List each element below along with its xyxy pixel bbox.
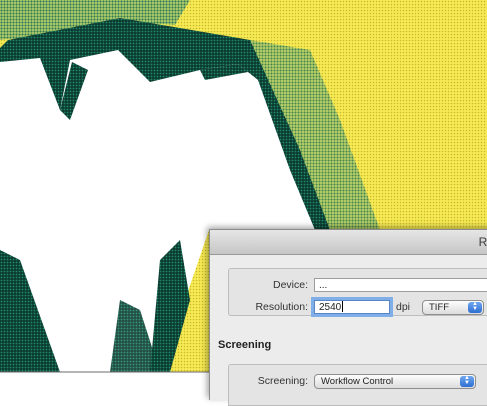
dialog-title: Ras bbox=[478, 235, 487, 249]
screening-section-heading: Screening bbox=[218, 339, 272, 351]
rasterize-dialog: Ras Device: ... Resolution: 2540 dpi TIF… bbox=[209, 229, 487, 406]
resolution-input[interactable]: 2540 bbox=[314, 300, 390, 314]
screening-value: Workflow Control bbox=[321, 376, 394, 387]
format-popup[interactable]: TIFF ▲ ▼ bbox=[422, 300, 484, 315]
resolution-label: Resolution: bbox=[255, 301, 308, 313]
device-field[interactable]: ... bbox=[314, 278, 487, 292]
updown-arrows-icon: ▲ ▼ bbox=[468, 301, 482, 313]
dialog-titlebar[interactable]: Ras bbox=[210, 230, 487, 255]
format-value: TIFF bbox=[429, 302, 450, 313]
device-label: Device: bbox=[272, 279, 308, 291]
updown-arrows-icon: ▲ ▼ bbox=[460, 375, 474, 387]
text-caret bbox=[342, 301, 344, 312]
resolution-value: 2540 bbox=[319, 302, 342, 313]
screening-label: Screening: bbox=[257, 375, 308, 387]
screening-popup[interactable]: Workflow Control ▲ ▼ bbox=[314, 374, 476, 389]
resolution-unit: dpi bbox=[396, 301, 411, 313]
